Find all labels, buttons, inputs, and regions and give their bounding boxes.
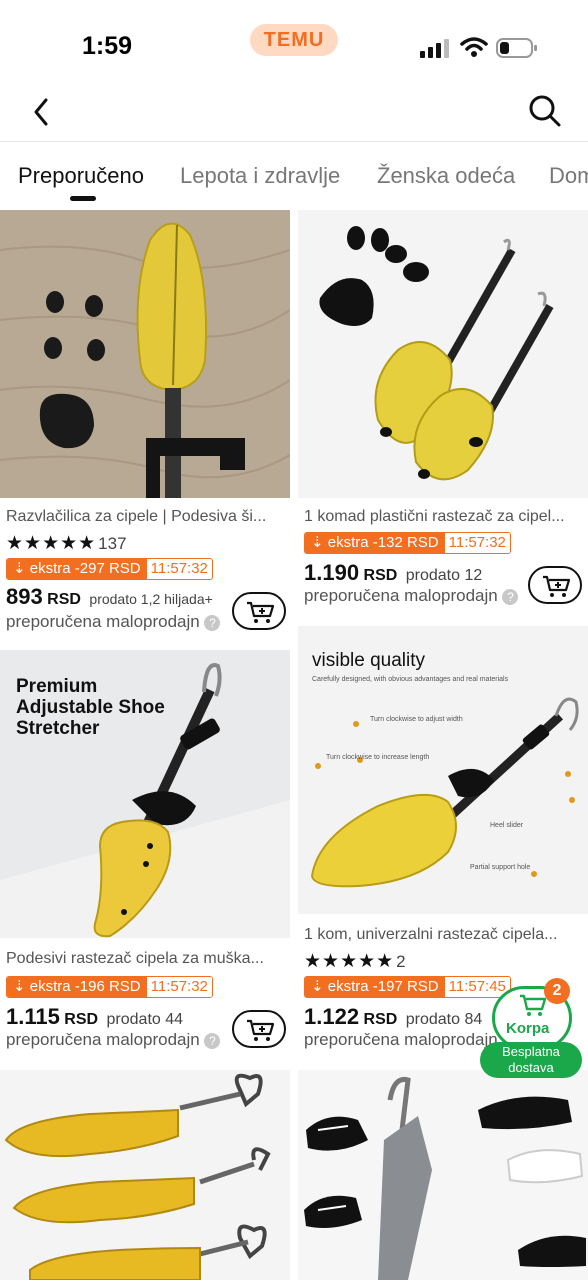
flame-icon: ⇣	[311, 534, 324, 551]
cart-label: Korpa	[506, 1020, 550, 1037]
top-nav	[0, 84, 588, 142]
image-annotation: Heel slider	[490, 822, 524, 829]
image-caption: Premium Adjustable Shoe Stretcher	[16, 676, 165, 739]
product-image[interactable]	[0, 210, 290, 498]
price: 1.122	[304, 1004, 360, 1029]
promo-timer: 11:57:32	[146, 559, 212, 579]
product-card[interactable]: 1 komad plastični rastezač za cipel... ⇣…	[298, 210, 588, 630]
promo-timer: 11:57:32	[444, 533, 510, 553]
search-icon[interactable]	[528, 94, 562, 128]
promo-label: ⇣ ekstra -132 RSD	[305, 533, 445, 553]
product-card[interactable]	[298, 1070, 588, 1280]
product-image[interactable]: visible quality Carefully designed, with…	[298, 626, 588, 914]
cart-plus-icon	[247, 1019, 275, 1041]
image-annotation: Turn clockwise to adjust width	[370, 716, 463, 723]
promo-label: ⇣ ekstra -196 RSD	[7, 977, 147, 997]
status-time: 1:59	[82, 32, 133, 60]
free-shipping-badge: Besplatna dostava	[480, 1042, 582, 1078]
image-subcaption: Carefully designed, with obvious advanta…	[312, 676, 509, 683]
promo-label: ⇣ ekstra -197 RSD	[305, 977, 445, 997]
tab-preporuceno[interactable]: Preporučeno	[18, 163, 144, 189]
floating-cart[interactable]: Korpa 2 Besplatna dostava	[480, 978, 582, 1078]
add-to-cart-button[interactable]	[528, 566, 582, 604]
tab-zenska-odeca[interactable]: Ženska odeća	[377, 163, 515, 189]
retail-price-note: preporučena maloprodajn ?	[304, 586, 519, 606]
image-caption: visible quality	[312, 650, 425, 671]
retail-price-note: preporučena maloprodajn ?	[6, 612, 221, 632]
promo-badge: ⇣ ekstra -196 RSD 11:57:32	[6, 976, 213, 998]
sold-count: prodato 84	[405, 1011, 483, 1028]
retail-price-note: preporučena maloprodajn ?	[6, 1030, 221, 1050]
tab-lepota-i-zdravlje[interactable]: Lepota i zdravlje	[180, 163, 340, 189]
flame-icon: ⇣	[311, 978, 324, 995]
sold-count: prodato 12	[405, 567, 483, 584]
product-image[interactable]	[298, 1070, 588, 1280]
rating-count: 2	[396, 952, 406, 971]
price-row: 1.190 RSD prodato 12	[304, 560, 482, 586]
help-icon[interactable]: ?	[502, 588, 519, 605]
price: 1.115	[6, 1004, 60, 1029]
product-image[interactable]	[0, 1070, 290, 1280]
add-to-cart-button[interactable]	[232, 592, 286, 630]
product-title[interactable]: 1 komad plastični rastezač za cipel...	[304, 508, 584, 526]
rating-count: 137	[98, 534, 127, 553]
promo-badge: ⇣ ekstra -297 RSD 11:57:32	[6, 558, 213, 580]
currency: RSD	[363, 567, 398, 584]
product-title[interactable]: Razvlačilica za cipele | Podesiva ši...	[6, 508, 286, 526]
star-rating: ★★★★★ 137	[6, 533, 127, 554]
price-row: 893 RSD prodato 1,2 hiljada+	[6, 584, 213, 610]
help-icon[interactable]: ?	[204, 1032, 221, 1049]
currency: RSD	[47, 591, 81, 608]
promo-timer: 11:57:32	[146, 977, 212, 997]
product-title[interactable]: Podesivi rastezač cipela za muška...	[6, 950, 286, 968]
cart-icon	[520, 994, 547, 1016]
promo-label: ⇣ ekstra -297 RSD	[7, 559, 147, 579]
cellular-signal-icon	[420, 39, 449, 58]
battery-icon	[496, 38, 537, 58]
cart-plus-icon	[543, 575, 571, 597]
currency: RSD	[363, 1011, 398, 1028]
price-row: 1.115 RSD prodato 44	[6, 1004, 183, 1030]
promo-badge: ⇣ ekstra -197 RSD 11:57:45	[304, 976, 511, 998]
active-tab-indicator	[70, 196, 96, 201]
price-row: 1.122 RSD prodato 84	[304, 1004, 482, 1030]
product-card[interactable]	[0, 1070, 290, 1280]
flame-icon: ⇣	[13, 560, 26, 577]
tab-dom[interactable]: Dom	[549, 163, 588, 189]
product-card[interactable]: Razvlačilica za cipele | Podesiva ši... …	[0, 210, 290, 632]
image-annotation: Partial support hole	[470, 864, 531, 871]
product-image[interactable]	[298, 210, 588, 498]
flame-icon: ⇣	[13, 978, 26, 995]
currency: RSD	[64, 1011, 99, 1028]
promo-badge: ⇣ ekstra -132 RSD 11:57:32	[304, 532, 511, 554]
product-title[interactable]: 1 kom, univerzalni rastezač cipela...	[304, 926, 584, 944]
temu-logo: TEMU	[250, 24, 338, 56]
sold-count: prodato 44	[106, 1011, 184, 1028]
product-image[interactable]: Premium Adjustable Shoe Stretcher	[0, 650, 290, 938]
cart-count-badge: 2	[544, 978, 570, 1004]
cart-plus-icon	[247, 601, 275, 623]
status-bar: 1:59 TEMU	[0, 0, 588, 80]
add-to-cart-button[interactable]	[232, 1010, 286, 1048]
price: 1.190	[304, 560, 360, 585]
sold-count: prodato 1,2 hiljada+	[89, 591, 213, 607]
help-icon[interactable]: ?	[204, 614, 221, 631]
image-annotation: Turn clockwise to increase length	[326, 754, 430, 761]
chevron-left-icon[interactable]	[28, 96, 56, 128]
star-rating: ★★★★★ 2	[304, 951, 406, 972]
price: 893	[6, 584, 43, 609]
product-card[interactable]: Premium Adjustable Shoe Stretcher Podesi…	[0, 650, 290, 1066]
wifi-icon	[460, 37, 488, 57]
